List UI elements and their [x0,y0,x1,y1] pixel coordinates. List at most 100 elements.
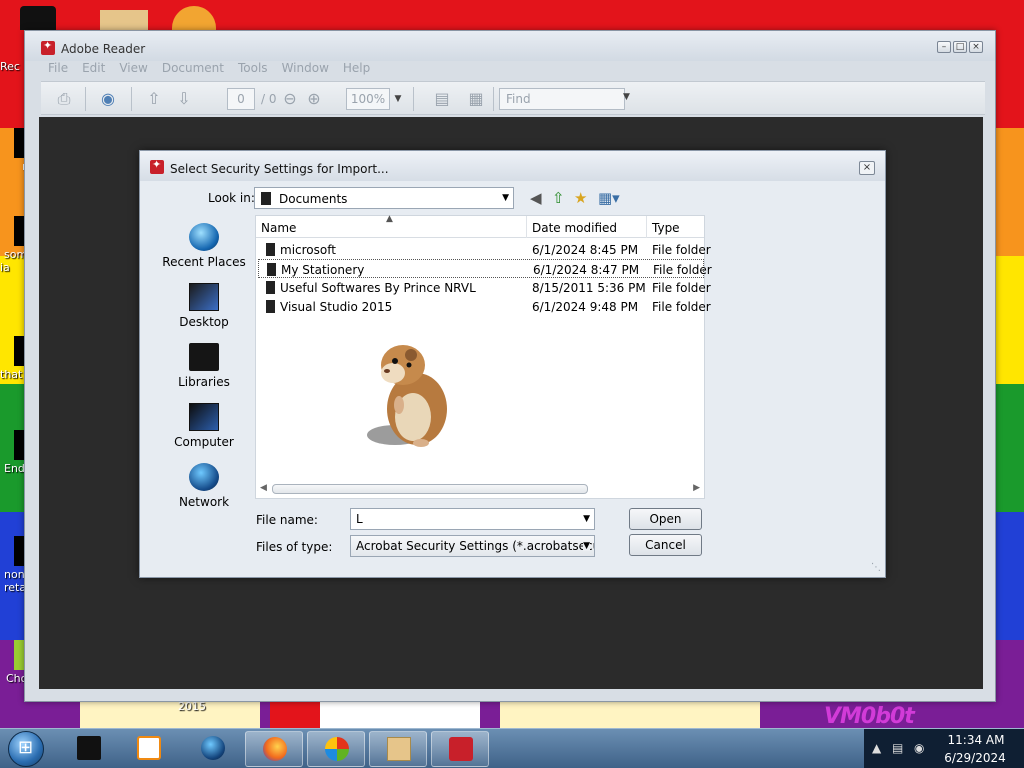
places-bar: Recent Places Desktop Libraries Computer… [160,219,248,519]
file-row[interactable]: microsoft 6/1/2024 8:45 PM File folder [258,240,711,259]
look-in-dropdown[interactable]: Documents ▼ [254,187,514,209]
file-row[interactable]: Visual Studio 2015 6/1/2024 9:48 PM File… [258,297,711,316]
file-type-select[interactable]: Acrobat Security Settings (*.acrobatsecu… [350,535,595,557]
place-desktop[interactable]: Desktop [160,283,248,329]
fit-page-icon[interactable]: ▤ [431,88,453,110]
menu-tools[interactable]: Tools [231,61,275,79]
sort-ascending-icon: ▲ [386,214,393,224]
column-divider[interactable] [526,216,527,238]
computer-icon [189,403,219,431]
collaborate-icon[interactable]: ◉ [97,88,119,110]
file-name-value: L [356,512,363,526]
column-header-date[interactable]: Date modified [532,221,617,235]
taskbar-app-globe[interactable] [184,731,242,767]
show-hidden-icons-icon[interactable]: ▲ [872,741,881,755]
dialog-titlebar[interactable]: Select Security Settings for Import... × [140,151,885,181]
toolbar-separator [413,87,414,111]
resize-grip-icon[interactable]: ⋱ [871,562,881,573]
taskbar-app-explorer-black[interactable] [60,731,118,767]
zoom-in-icon[interactable]: ⊕ [303,88,325,110]
zoom-level-input[interactable]: 100% [346,88,390,110]
folder-icon[interactable] [100,10,148,30]
clock-time[interactable]: 11:34 AM [946,733,1006,747]
taskbar: ▲ ▤ ◉ 11:34 AM 6/29/2024 [0,728,1024,768]
cancel-button[interactable]: Cancel [629,534,702,556]
taskbar-app-firefox[interactable] [245,731,303,767]
taskbar-app-media-player[interactable] [120,731,178,767]
recent-places-icon [189,223,219,251]
minimize-button[interactable]: – [937,41,951,53]
folder-icon [266,300,275,313]
column-divider[interactable] [646,216,647,238]
scroll-right-icon[interactable]: ▶ [693,483,700,493]
place-recent-places[interactable]: Recent Places [160,223,248,269]
file-type-value: Acrobat Security Settings (*.acrobatsecu… [356,539,594,553]
back-icon[interactable]: ◀ [530,189,542,207]
media-player-icon [137,736,161,760]
toolbar-separator [131,87,132,111]
file-row[interactable]: My Stationery 6/1/2024 8:47 PM File fold… [258,259,712,278]
fit-width-icon[interactable]: ▦ [465,88,487,110]
menu-edit[interactable]: Edit [75,61,112,79]
file-row[interactable]: Useful Softwares By Prince NRVL 8/15/201… [258,278,711,297]
adobe-reader-icon [449,737,473,761]
firefox-icon [263,737,287,761]
app-icon[interactable] [172,6,216,30]
previous-page-icon[interactable]: ⇧ [143,88,165,110]
scroll-left-icon[interactable]: ◀ [260,483,267,493]
taskbar-app-adobe-reader[interactable] [431,731,489,767]
file-list-header: ▲ Name Date modified Type [256,214,704,238]
chevron-down-icon: ▼ [502,193,509,203]
reader-titlebar[interactable]: Adobe Reader – □ × [25,31,995,61]
file-date: 6/1/2024 8:45 PM [532,243,639,257]
documents-folder-icon [261,192,271,205]
find-dropdown-icon[interactable]: ▼ [623,92,630,102]
menu-help[interactable]: Help [336,61,377,79]
adobe-reader-icon [150,158,164,174]
reader-toolbar: ⎙ ◉ ⇧ ⇩ 0 / 0 ⊖ ⊕ 100% ▼ ▤ ▦ Find ▼ [41,81,985,115]
view-menu-icon[interactable]: ▦▾ [598,189,620,207]
file-type-label: Files of type: [256,540,333,554]
place-label: Network [178,495,230,509]
chevron-down-icon[interactable]: ▼ [583,514,590,524]
taskbar-app-folder[interactable] [369,731,427,767]
column-header-type[interactable]: Type [652,221,680,235]
place-libraries[interactable]: Libraries [160,343,248,389]
menu-document[interactable]: Document [155,61,231,79]
chevron-down-icon[interactable]: ▼ [583,541,590,551]
page-number-input[interactable]: 0 [227,88,255,110]
file-name: microsoft [280,243,336,257]
menu-file[interactable]: File [41,61,75,79]
menu-window[interactable]: Window [275,61,336,79]
desktop-icon-label: that [0,368,23,381]
file-name-input[interactable]: L ▼ [350,508,595,530]
volume-icon[interactable]: ◉ [914,741,924,755]
file-type: File folder [653,263,712,277]
toolbar-separator [493,87,494,111]
close-button[interactable]: × [969,41,983,53]
open-button[interactable]: Open [629,508,702,530]
network-tray-icon[interactable]: ▤ [892,741,903,755]
dialog-close-button[interactable]: × [859,161,875,175]
scrollbar-thumb[interactable] [272,484,588,494]
place-network[interactable]: Network [160,463,248,509]
horizontal-scrollbar[interactable]: ◀ ▶ [260,482,700,496]
globe-icon [201,736,225,760]
start-button[interactable] [8,731,44,767]
zoom-dropdown-icon[interactable]: ▼ [387,88,409,110]
clock-date[interactable]: 6/29/2024 [940,751,1010,765]
menu-view[interactable]: View [112,61,154,79]
maximize-button[interactable]: □ [953,41,967,53]
print-icon[interactable]: ⎙ [53,88,75,110]
new-folder-icon[interactable]: ★ [574,189,587,207]
next-page-icon[interactable]: ⇩ [173,88,195,110]
file-name-label: File name: [256,513,318,527]
desktop-shortcut-icon[interactable] [20,6,56,30]
toolbar-separator [85,87,86,111]
zoom-out-icon[interactable]: ⊖ [279,88,301,110]
taskbar-app-windows[interactable] [307,731,365,767]
column-header-name[interactable]: Name [261,221,296,235]
up-folder-icon[interactable]: ⇧ [552,189,565,207]
place-computer[interactable]: Computer [160,403,248,449]
find-input[interactable]: Find [499,88,625,110]
